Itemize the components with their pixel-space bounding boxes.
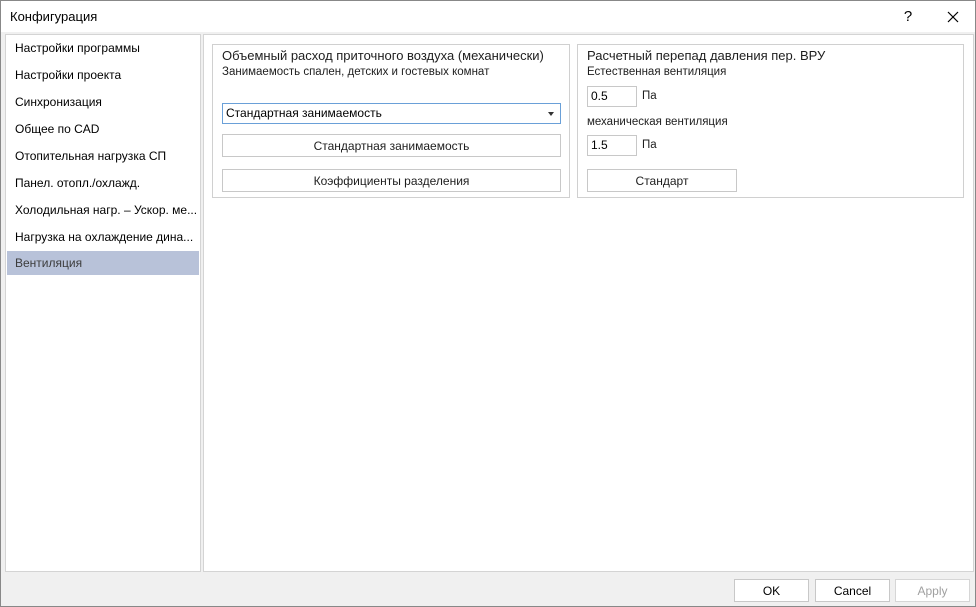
settings-content: Объемный расход приточного воздуха (меха…	[203, 34, 974, 572]
sidebar-item-sync[interactable]: Синхронизация	[7, 90, 199, 114]
natural-ventilation-label: Естественная вентиляция	[587, 66, 727, 78]
pressure-group: Расчетный перепад давления пер. ВРУ Есте…	[577, 44, 964, 198]
natural-ventilation-unit: Па	[642, 90, 657, 102]
title-bar: Конфигурация ?	[1, 1, 975, 32]
sidebar-item-program-settings[interactable]: Настройки программы	[7, 36, 199, 60]
configuration-dialog: Конфигурация ? Настройки программы Настр…	[0, 0, 976, 607]
pressure-group-title: Расчетный перепад давления пер. ВРУ	[587, 48, 826, 63]
cancel-button[interactable]: Cancel	[815, 579, 890, 602]
natural-ventilation-input[interactable]: 0.5	[587, 86, 637, 107]
split-factors-button[interactable]: Коэффициенты разделения	[222, 169, 561, 192]
occupancy-select[interactable]: Стандартная занимаемость	[222, 103, 561, 124]
sidebar-item-cad-general[interactable]: Общее по CAD	[7, 117, 199, 141]
ok-button[interactable]: OK	[734, 579, 809, 602]
sidebar-item-cooling-accelerated[interactable]: Холодильная нагр. – Ускор. ме...	[7, 198, 199, 222]
air-flow-group: Объемный расход приточного воздуха (меха…	[212, 44, 570, 198]
window-title: Конфигурация	[10, 9, 98, 24]
mechanical-ventilation-input[interactable]: 1.5	[587, 135, 637, 156]
apply-button[interactable]: Apply	[895, 579, 970, 602]
sidebar-item-cooling-dynamic[interactable]: Нагрузка на охлаждение дина...	[7, 225, 199, 249]
sidebar-item-project-settings[interactable]: Настройки проекта	[7, 63, 199, 87]
close-icon	[947, 11, 959, 22]
air-flow-group-title: Объемный расход приточного воздуха (меха…	[222, 48, 544, 63]
chevron-down-icon	[548, 112, 554, 116]
standard-occupancy-button[interactable]: Стандартная занимаемость	[222, 134, 561, 157]
sidebar-item-panel-heating[interactable]: Панел. отопл./охлажд.	[7, 171, 199, 195]
standard-button[interactable]: Стандарт	[587, 169, 737, 192]
help-button[interactable]: ?	[889, 1, 927, 32]
mechanical-ventilation-label: механическая вентиляция	[587, 116, 728, 128]
sidebar: Настройки программы Настройки проекта Си…	[5, 34, 201, 572]
occupancy-label: Занимаемость спален, детских и гостевых …	[222, 66, 490, 78]
mechanical-ventilation-unit: Па	[642, 139, 657, 151]
sidebar-item-ventilation[interactable]: Вентиляция	[7, 251, 199, 275]
help-icon: ?	[903, 8, 913, 25]
close-button[interactable]	[931, 1, 975, 32]
sidebar-item-heating-load[interactable]: Отопительная нагрузка СП	[7, 144, 199, 168]
occupancy-select-value: Стандартная занимаемость	[226, 106, 382, 120]
